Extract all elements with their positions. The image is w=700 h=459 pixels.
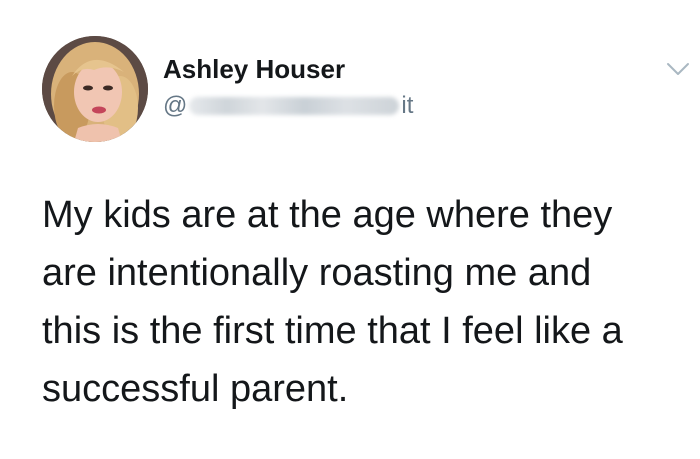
tweet-line: successful parent. [42, 368, 349, 410]
tweet-card: Ashley Houser @ it My kids are at the ag… [0, 0, 700, 459]
avatar[interactable] [42, 36, 148, 142]
handle-redacted [189, 97, 400, 115]
tweet-line: this is the first time that I feel like … [42, 310, 623, 352]
tweet-text: My kids are at the age where they are in… [42, 186, 672, 418]
author-handle[interactable]: @ it [163, 92, 413, 120]
tweet-line: are intentionally roasting me and [42, 252, 592, 294]
handle-suffix: it [401, 92, 414, 119]
chevron-down-icon[interactable] [666, 62, 690, 76]
author-name[interactable]: Ashley Houser [163, 54, 345, 85]
handle-at: @ [163, 92, 188, 119]
tweet-line: My kids are at the age where they [42, 194, 613, 236]
profile-photo-icon [42, 36, 148, 142]
